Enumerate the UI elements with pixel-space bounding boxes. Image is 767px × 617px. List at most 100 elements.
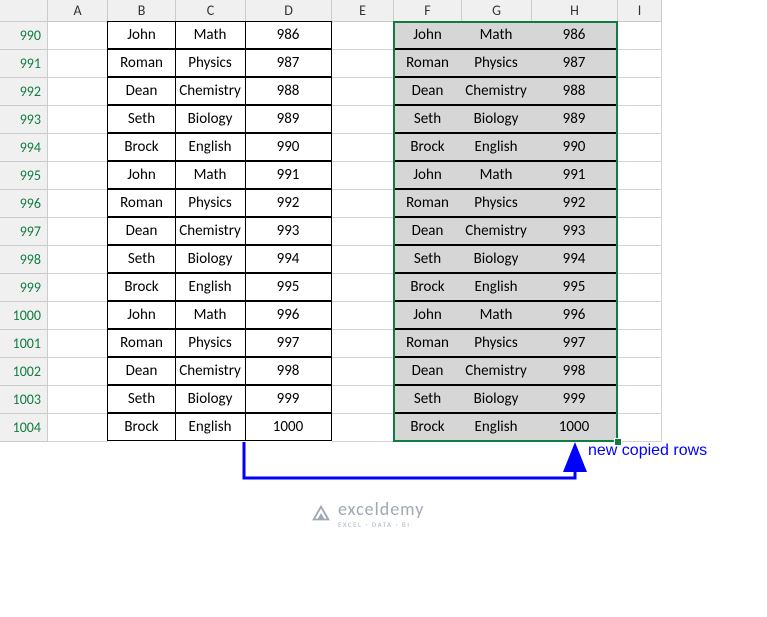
cell[interactable]: 990 <box>531 133 618 161</box>
cell[interactable] <box>48 50 108 78</box>
cell[interactable]: 996 <box>531 301 618 329</box>
cell[interactable]: John <box>107 301 176 329</box>
cell[interactable] <box>618 386 662 414</box>
cell[interactable]: Physics <box>175 49 246 77</box>
cell[interactable]: Math <box>175 161 246 189</box>
row-header[interactable]: 998 <box>0 246 48 274</box>
row-header[interactable]: 994 <box>0 134 48 162</box>
cell[interactable]: John <box>107 161 176 189</box>
cell[interactable]: Brock <box>107 413 176 441</box>
cell[interactable] <box>332 246 394 274</box>
column-header-B[interactable]: B <box>108 0 176 22</box>
cell[interactable] <box>48 246 108 274</box>
cell[interactable]: English <box>175 413 246 441</box>
cell[interactable]: English <box>175 133 246 161</box>
cell[interactable] <box>332 358 394 386</box>
cell[interactable] <box>48 134 108 162</box>
cell[interactable] <box>48 218 108 246</box>
cell[interactable] <box>332 50 394 78</box>
cell[interactable]: Math <box>461 21 532 49</box>
cell[interactable]: 987 <box>531 49 618 77</box>
cell[interactable]: Biology <box>175 385 246 413</box>
cell[interactable]: Chemistry <box>175 357 246 385</box>
cell[interactable]: Math <box>175 301 246 329</box>
cell[interactable]: 994 <box>531 245 618 273</box>
column-header-G[interactable]: G <box>462 0 532 22</box>
spreadsheet-grid[interactable]: ABCDEFGHI990JohnMath986JohnMath986991Rom… <box>0 0 767 442</box>
cell[interactable] <box>48 330 108 358</box>
cell[interactable]: Chemistry <box>175 217 246 245</box>
cell[interactable] <box>332 134 394 162</box>
cell[interactable] <box>618 134 662 162</box>
cell[interactable]: Chemistry <box>175 77 246 105</box>
fill-handle[interactable] <box>614 438 622 446</box>
cell[interactable] <box>48 106 108 134</box>
row-header[interactable]: 992 <box>0 78 48 106</box>
cell[interactable] <box>48 414 108 442</box>
cell[interactable]: English <box>461 413 532 441</box>
cell[interactable] <box>618 50 662 78</box>
cell[interactable]: 989 <box>531 105 618 133</box>
cell[interactable]: 1000 <box>531 413 618 441</box>
cell[interactable]: 993 <box>245 217 332 245</box>
cell[interactable]: Biology <box>461 105 532 133</box>
cell[interactable] <box>48 274 108 302</box>
cell[interactable]: Math <box>461 161 532 189</box>
row-header[interactable]: 999 <box>0 274 48 302</box>
cell[interactable]: Roman <box>107 329 176 357</box>
cell[interactable] <box>618 358 662 386</box>
cell[interactable]: Dean <box>107 77 176 105</box>
cell[interactable] <box>618 22 662 50</box>
row-header[interactable]: 1003 <box>0 386 48 414</box>
cell[interactable] <box>332 330 394 358</box>
cell[interactable]: Brock <box>107 273 176 301</box>
cell[interactable]: 989 <box>245 105 332 133</box>
cell[interactable]: Physics <box>175 329 246 357</box>
cell[interactable] <box>48 386 108 414</box>
cell[interactable]: Physics <box>461 189 532 217</box>
cell[interactable] <box>48 302 108 330</box>
cell[interactable]: John <box>393 21 462 49</box>
cell[interactable] <box>618 414 662 442</box>
cell[interactable]: Brock <box>393 413 462 441</box>
cell[interactable] <box>332 386 394 414</box>
cell[interactable]: 993 <box>531 217 618 245</box>
cell[interactable]: 994 <box>245 245 332 273</box>
cell[interactable]: 991 <box>245 161 332 189</box>
cell[interactable]: 999 <box>245 385 332 413</box>
cell[interactable] <box>48 190 108 218</box>
cell[interactable]: 998 <box>531 357 618 385</box>
row-header[interactable]: 990 <box>0 22 48 50</box>
cell[interactable]: 996 <box>245 301 332 329</box>
cell[interactable]: Roman <box>107 49 176 77</box>
cell[interactable] <box>618 246 662 274</box>
cell[interactable]: Physics <box>461 329 532 357</box>
cell[interactable] <box>618 218 662 246</box>
cell[interactable] <box>618 302 662 330</box>
cell[interactable]: 990 <box>245 133 332 161</box>
row-header[interactable]: 995 <box>0 162 48 190</box>
cell[interactable] <box>332 302 394 330</box>
cell[interactable]: Seth <box>393 385 462 413</box>
cell[interactable]: Seth <box>107 105 176 133</box>
cell[interactable]: 997 <box>245 329 332 357</box>
cell[interactable]: Seth <box>107 385 176 413</box>
row-header[interactable]: 996 <box>0 190 48 218</box>
cell[interactable] <box>48 162 108 190</box>
cell[interactable]: Brock <box>107 133 176 161</box>
cell[interactable] <box>618 330 662 358</box>
row-header[interactable]: 997 <box>0 218 48 246</box>
column-header-A[interactable]: A <box>48 0 108 22</box>
cell[interactable]: 998 <box>245 357 332 385</box>
cell[interactable]: Math <box>461 301 532 329</box>
column-header-D[interactable]: D <box>246 0 332 22</box>
cell[interactable]: 995 <box>245 273 332 301</box>
cell[interactable]: Dean <box>393 357 462 385</box>
cell[interactable] <box>618 106 662 134</box>
cell[interactable]: 991 <box>531 161 618 189</box>
row-header[interactable]: 993 <box>0 106 48 134</box>
cell[interactable]: Roman <box>393 49 462 77</box>
cell[interactable]: Math <box>175 21 246 49</box>
cell[interactable]: Brock <box>393 133 462 161</box>
cell[interactable]: Roman <box>393 189 462 217</box>
